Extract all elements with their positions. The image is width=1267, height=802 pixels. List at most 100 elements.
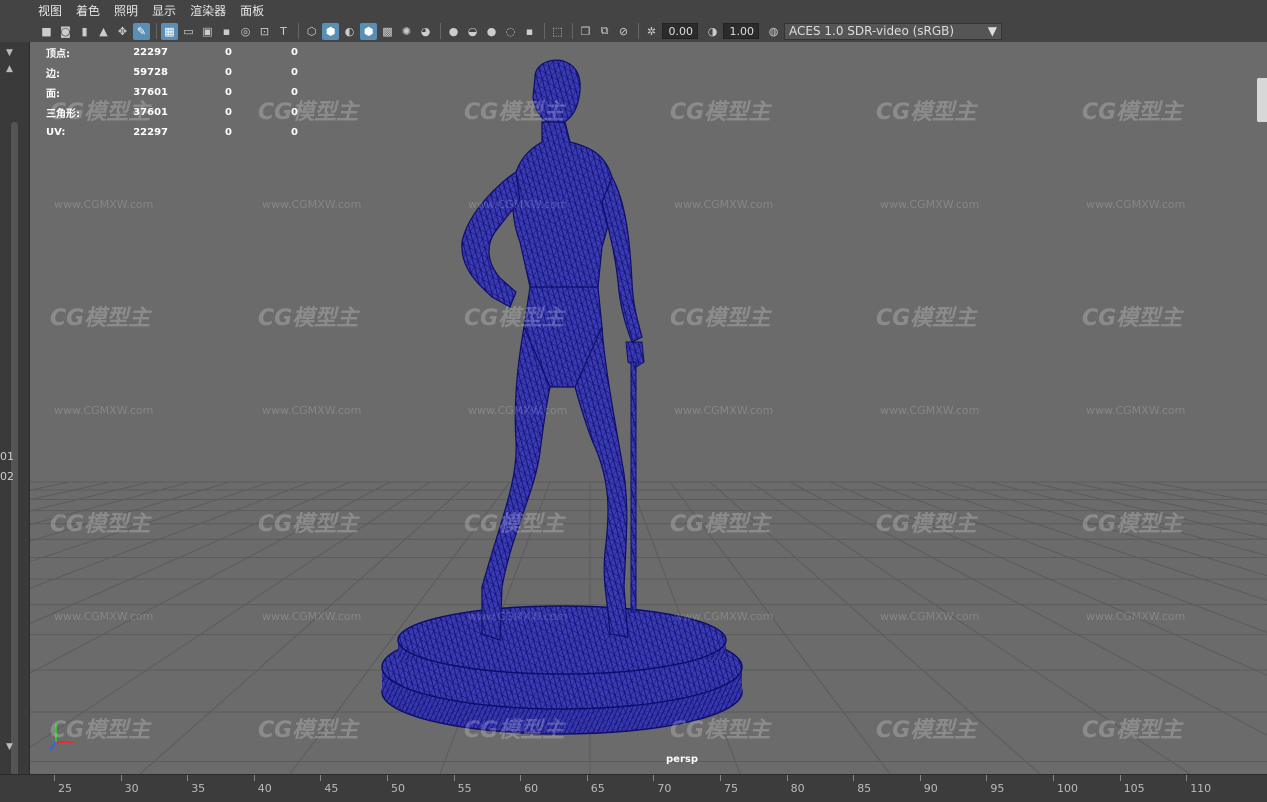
timeline-tick-label: 35 <box>191 782 206 795</box>
watermark-logo: CG模型主 <box>50 306 151 331</box>
color-management-icon[interactable]: ◍ <box>765 23 782 40</box>
timeline-tick-label: 60 <box>524 782 539 795</box>
timeline-tick-label: 95 <box>990 782 1005 795</box>
menu-show[interactable]: 显示 <box>152 2 176 19</box>
timeline-tick-label: 30 <box>124 782 139 795</box>
timeline-tick <box>1053 775 1054 781</box>
time-slider[interactable]: 25 30 35 40 45 50 55 60 65 70 75 80 85 90 95 100 105 110 <box>0 774 1267 802</box>
gamma-field[interactable]: 1.00 <box>723 23 759 39</box>
watermark-logo: CG模型主 <box>464 306 565 331</box>
timeline-tick <box>786 775 788 781</box>
film-gate-icon[interactable]: ▭ <box>180 23 197 40</box>
timeline-tick <box>1186 775 1188 781</box>
watermark-url: www.CGMXW.com <box>880 198 980 211</box>
scroll-down-icon[interactable]: ▼ <box>6 742 13 752</box>
grease-pencil-icon[interactable]: ✎ <box>133 22 150 40</box>
watermark-url: www.CGMXW.com <box>262 198 362 211</box>
lights-icon[interactable]: ✺ <box>398 23 415 40</box>
collapse-arrow-icon[interactable]: ▼ <box>6 48 13 58</box>
motion-blur-icon[interactable]: ◒ <box>464 23 481 40</box>
timeline-tick-label: 105 <box>1123 782 1145 795</box>
watermark-url: www.CGMXW.com <box>1086 404 1186 417</box>
watermark-url: www.CGMXW.com <box>468 610 568 623</box>
depth-of-field-icon[interactable]: ◌ <box>502 23 519 40</box>
persp-viewport[interactable]: CG模型主 www.CGMXW.com CG模型主 www.CGMXW.com CG模型… <box>30 42 1267 774</box>
scroll-up-icon[interactable]: ▲ <box>6 64 13 74</box>
watermark-logo: CG模型主 <box>670 718 771 743</box>
gate-mask-icon[interactable]: ▪ <box>218 23 235 40</box>
watermark-url: www.CGMXW.com <box>468 404 568 417</box>
menu-renderer[interactable]: 渲染器 <box>190 2 226 19</box>
camera-name-label: persp <box>666 754 698 765</box>
resolution-gate-icon[interactable]: ▣ <box>199 23 216 40</box>
side-number-1: 01 <box>0 450 14 463</box>
watermark-url: www.CGMXW.com <box>880 610 980 623</box>
xray-icon[interactable]: ⬚ <box>549 23 566 40</box>
bookmark-icon[interactable]: ▮ <box>76 23 93 40</box>
camera-attributes-icon[interactable]: ◙ <box>57 23 74 40</box>
image-plane-icon[interactable]: ▲ <box>95 23 112 40</box>
color-space-value: ACES 1.0 SDR-video (sRGB) <box>789 24 955 38</box>
smooth-shade-icon[interactable]: ⬢ <box>322 22 339 40</box>
watermark-url: www.CGMXW.com <box>880 404 980 417</box>
timeline-tick <box>919 775 921 781</box>
menu-view[interactable]: 视图 <box>38 2 62 19</box>
default-material-icon[interactable]: ◐ <box>341 23 358 40</box>
safe-title-icon[interactable]: T <box>275 23 292 40</box>
menu-lighting[interactable]: 照明 <box>114 2 138 19</box>
xray-active-icon[interactable]: ⧉ <box>596 23 613 40</box>
grid-icon[interactable]: ▦ <box>161 22 178 40</box>
exposure-field[interactable]: 0.00 <box>662 23 698 39</box>
timeline-tick <box>653 775 655 781</box>
hud-row: 三角形: 37601 0 0 <box>46 106 298 120</box>
backface-culling-icon[interactable]: ⊘ <box>615 23 632 40</box>
two-d-pan-icon[interactable]: ✥ <box>114 23 131 40</box>
screen-space-ao-icon[interactable]: ● <box>445 23 462 40</box>
watermark-logo: CG模型主 <box>670 306 771 331</box>
anti-aliasing-icon[interactable]: ● <box>483 23 500 40</box>
xray-joints-icon[interactable]: ❐ <box>577 23 594 40</box>
field-chart-icon[interactable]: ◎ <box>237 23 254 40</box>
timeline-tick <box>853 775 855 781</box>
timeline-tick <box>120 775 122 781</box>
left-panel-strip: ▼ ▲ 01 02 ▼ <box>0 42 30 782</box>
menu-bar: 视图 着色 照明 显示 渲染器 面板 <box>0 0 1267 20</box>
watermark-url: www.CGMXW.com <box>262 404 362 417</box>
textured-icon[interactable]: ▩ <box>379 23 396 40</box>
exposure-icon[interactable]: ✲ <box>643 23 660 40</box>
hud-row: 顶点: 22297 0 0 <box>46 46 298 60</box>
sword-mesh <box>625 341 645 613</box>
watermark-url: www.CGMXW.com <box>674 198 774 211</box>
watermark-logo: CG模型主 <box>258 718 359 743</box>
gamma-icon[interactable]: ◑ <box>704 23 721 40</box>
timeline-tick <box>1119 775 1121 781</box>
menu-shading[interactable]: 着色 <box>76 2 100 19</box>
timeline-tick <box>720 775 721 781</box>
camera-icon[interactable]: ■ <box>38 23 55 40</box>
watermark-logo: CG模型主 <box>464 100 565 125</box>
hud-row: 边: 59728 0 0 <box>46 66 298 80</box>
timeline-tick-label: 65 <box>590 782 605 795</box>
wireframe-icon[interactable]: ⬡ <box>303 23 320 40</box>
poly-count-hud: 顶点: 22297 0 0 边: 59728 0 0 面: 37601 0 0 … <box>46 42 298 142</box>
wireframe-on-shaded-icon[interactable]: ⬢ <box>360 22 377 40</box>
shadows-icon[interactable]: ◕ <box>417 23 434 40</box>
timeline-tick-label: 25 <box>58 782 72 795</box>
watermark-url: www.CGMXW.com <box>54 610 154 623</box>
scene-canvas[interactable] <box>30 42 1267 774</box>
safe-action-icon[interactable]: ⊡ <box>256 23 273 40</box>
color-space-select[interactable]: ACES 1.0 SDR-video (sRGB) ▼ <box>784 22 1002 40</box>
timeline-tick-label: 75 <box>724 782 738 795</box>
menu-panels[interactable]: 面板 <box>240 2 264 19</box>
watermark-logo: CG模型主 <box>50 512 151 537</box>
watermark-logo: CG模型主 <box>1082 306 1183 331</box>
watermark-logo: CG模型主 <box>258 512 359 537</box>
grid-line <box>789 481 1267 736</box>
timeline-tick-label: 40 <box>257 782 272 795</box>
viewport-toolbar: ■ ◙ ▮ ▲ ✥ ✎ ▦ ▭ ▣ ▪ ◎ ⊡ T ⬡ ⬢ ◐ ⬢ ▩ ✺ ◕ … <box>30 20 1267 43</box>
timeline-tick-label: 70 <box>657 782 672 795</box>
timeline-tick <box>320 775 322 781</box>
isolate-select-icon[interactable]: ▪ <box>521 23 538 40</box>
timeline-tick-label: 45 <box>324 782 339 795</box>
panel-collapse-tab[interactable] <box>1257 78 1267 122</box>
